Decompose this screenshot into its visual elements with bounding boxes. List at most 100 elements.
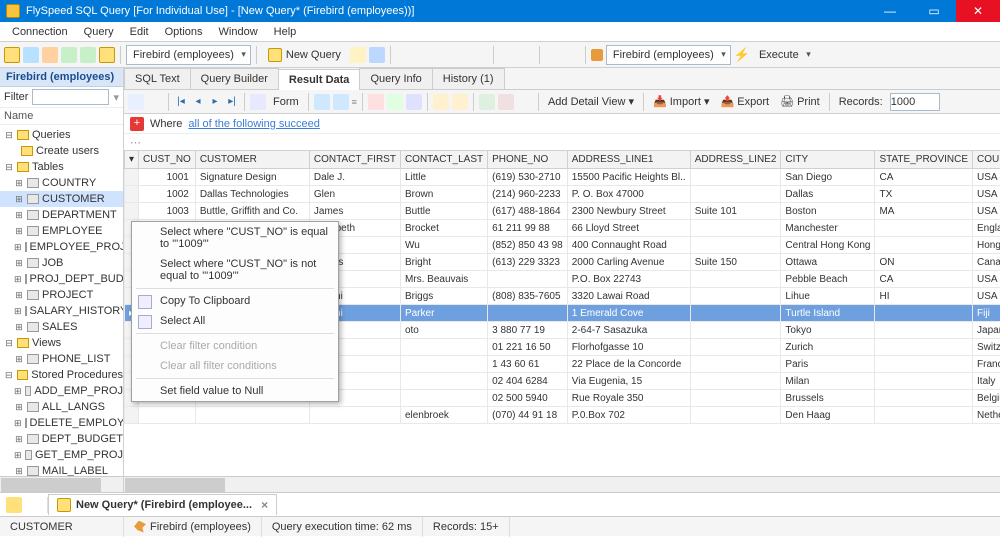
tree-item-project[interactable]: ⊞PROJECT <box>0 287 123 303</box>
cell[interactable] <box>690 305 781 322</box>
menu-edit[interactable]: Edit <box>122 24 157 40</box>
cell[interactable]: 1001 <box>139 169 196 186</box>
refresh-icon[interactable] <box>61 47 77 63</box>
copy-icon[interactable] <box>453 47 469 63</box>
add-criteria-icon[interactable]: + <box>130 117 144 131</box>
cell[interactable]: 01 221 16 50 <box>488 339 568 356</box>
cell[interactable]: Switzerland <box>973 339 1000 356</box>
tree-item-salary_history[interactable]: ⊞SALARY_HISTORY <box>0 303 123 319</box>
cell[interactable]: (852) 850 43 98 <box>488 237 568 254</box>
tree-item-country[interactable]: ⊞COUNTRY <box>0 175 123 191</box>
form-label[interactable]: Form <box>269 96 303 108</box>
chart3-icon[interactable] <box>406 94 422 110</box>
menu-connection[interactable]: Connection <box>4 24 76 40</box>
cell[interactable] <box>690 169 781 186</box>
col-cust_no[interactable]: CUST_NO <box>139 151 196 169</box>
cell[interactable] <box>875 305 973 322</box>
cell[interactable]: Boston <box>781 203 875 220</box>
execute-button[interactable]: Execute <box>753 45 815 65</box>
row-handle[interactable] <box>125 169 139 186</box>
export-button[interactable]: 📤 Export <box>717 95 774 108</box>
tree-stored-procedures[interactable]: ⊟Stored Procedures <box>0 367 123 383</box>
cell[interactable] <box>690 322 781 339</box>
cell[interactable]: P. O. Box 47000 <box>567 186 690 203</box>
cell[interactable]: Mrs. Beauvais <box>400 271 487 288</box>
col-contact_last[interactable]: CONTACT_LAST <box>400 151 487 169</box>
cell[interactable]: Signature Design <box>195 169 309 186</box>
table-row[interactable]: elenbroek(070) 44 91 18P.0.Box 702Den Ha… <box>125 407 1000 424</box>
cell[interactable]: Ottawa <box>781 254 875 271</box>
cell[interactable] <box>309 407 400 424</box>
bottom-tab-close-icon[interactable]: × <box>261 498 268 512</box>
nav-first-icon[interactable]: |◂ <box>174 95 188 109</box>
print-button[interactable]: 🖨 Print <box>776 95 824 108</box>
cell[interactable]: Buttle, Griffith and Co. <box>195 203 309 220</box>
cell[interactable]: P.O. Box 22743 <box>567 271 690 288</box>
tree-item-all_langs[interactable]: ⊞ALL_LANGS <box>0 399 123 415</box>
cell[interactable]: MA <box>875 203 973 220</box>
close-button[interactable]: ✕ <box>956 0 1000 22</box>
cell[interactable]: CA <box>875 169 973 186</box>
col-city[interactable]: CITY <box>781 151 875 169</box>
tree-queries[interactable]: ⊟Queries <box>0 127 123 143</box>
cell[interactable]: San Diego <box>781 169 875 186</box>
grid-hscroll[interactable] <box>124 476 1000 492</box>
col-country[interactable]: COUNTRY <box>973 151 1000 169</box>
cell[interactable]: (808) 835-7605 <box>488 288 568 305</box>
cell[interactable]: England <box>973 220 1000 237</box>
records-input[interactable] <box>890 93 940 111</box>
tree-item-dept_budget[interactable]: ⊞DEPT_BUDGET <box>0 431 123 447</box>
btab-list-icon[interactable] <box>25 497 41 513</box>
cell[interactable] <box>690 220 781 237</box>
cell[interactable] <box>690 237 781 254</box>
cell[interactable]: elenbroek <box>400 407 487 424</box>
cell[interactable]: Bright <box>400 254 487 271</box>
cell[interactable]: USA <box>973 288 1000 305</box>
ctx-set-null[interactable]: Set field value to Null <box>132 381 338 401</box>
cell[interactable]: 3320 Lawai Road <box>567 288 690 305</box>
cell[interactable]: Canada <box>973 254 1000 271</box>
tree-views[interactable]: ⊟Views <box>0 335 123 351</box>
cell[interactable]: 1003 <box>139 203 196 220</box>
object-tree[interactable]: ⊟Queries Create users ⊟Tables ⊞COUNTRY⊞C… <box>0 125 123 476</box>
db-icon[interactable] <box>99 47 115 63</box>
group-icon[interactable] <box>314 94 330 110</box>
cell[interactable]: 1002 <box>139 186 196 203</box>
replace-icon[interactable] <box>518 47 534 63</box>
cell[interactable] <box>875 237 973 254</box>
ctx-copy-clipboard[interactable]: Copy To Clipboard <box>132 291 338 311</box>
cell[interactable]: Via Eugenia, 15 <box>567 373 690 390</box>
cell[interactable] <box>690 356 781 373</box>
cell[interactable] <box>195 407 309 424</box>
cell[interactable] <box>875 220 973 237</box>
table-row[interactable]: 1002Dallas TechnologiesGlenBrown(214) 96… <box>125 186 1000 203</box>
nav-prev-icon[interactable]: ◂ <box>191 95 205 109</box>
cell[interactable]: 2000 Carling Avenue <box>567 254 690 271</box>
cell[interactable] <box>875 373 973 390</box>
cell[interactable]: Paris <box>781 356 875 373</box>
cell[interactable] <box>139 407 196 424</box>
criteria-more-icon[interactable]: ⋯ <box>130 136 143 149</box>
cell[interactable]: Pebble Beach <box>781 271 875 288</box>
cell[interactable]: USA <box>973 186 1000 203</box>
filter-input[interactable] <box>32 89 109 105</box>
table-row[interactable]: 1003Buttle, Griffith and Co.JamesButtle(… <box>125 203 1000 220</box>
save-icon[interactable] <box>369 47 385 63</box>
menu-window[interactable]: Window <box>211 24 266 40</box>
cell[interactable]: Italy <box>973 373 1000 390</box>
comment-icon[interactable] <box>545 47 561 63</box>
tree-item-job[interactable]: ⊞JOB <box>0 255 123 271</box>
cell[interactable] <box>690 390 781 407</box>
cell[interactable]: Hong Kong <box>973 237 1000 254</box>
card-mode-icon[interactable] <box>147 94 163 110</box>
col-contact_first[interactable]: CONTACT_FIRST <box>309 151 400 169</box>
cell[interactable]: Suite 150 <box>690 254 781 271</box>
row-handle[interactable] <box>125 407 139 424</box>
cell[interactable] <box>488 271 568 288</box>
cell[interactable] <box>690 186 781 203</box>
cell[interactable]: James <box>309 203 400 220</box>
cell[interactable] <box>400 339 487 356</box>
chart2-icon[interactable] <box>387 94 403 110</box>
cell[interactable]: USA <box>973 203 1000 220</box>
cut-icon[interactable] <box>434 47 450 63</box>
